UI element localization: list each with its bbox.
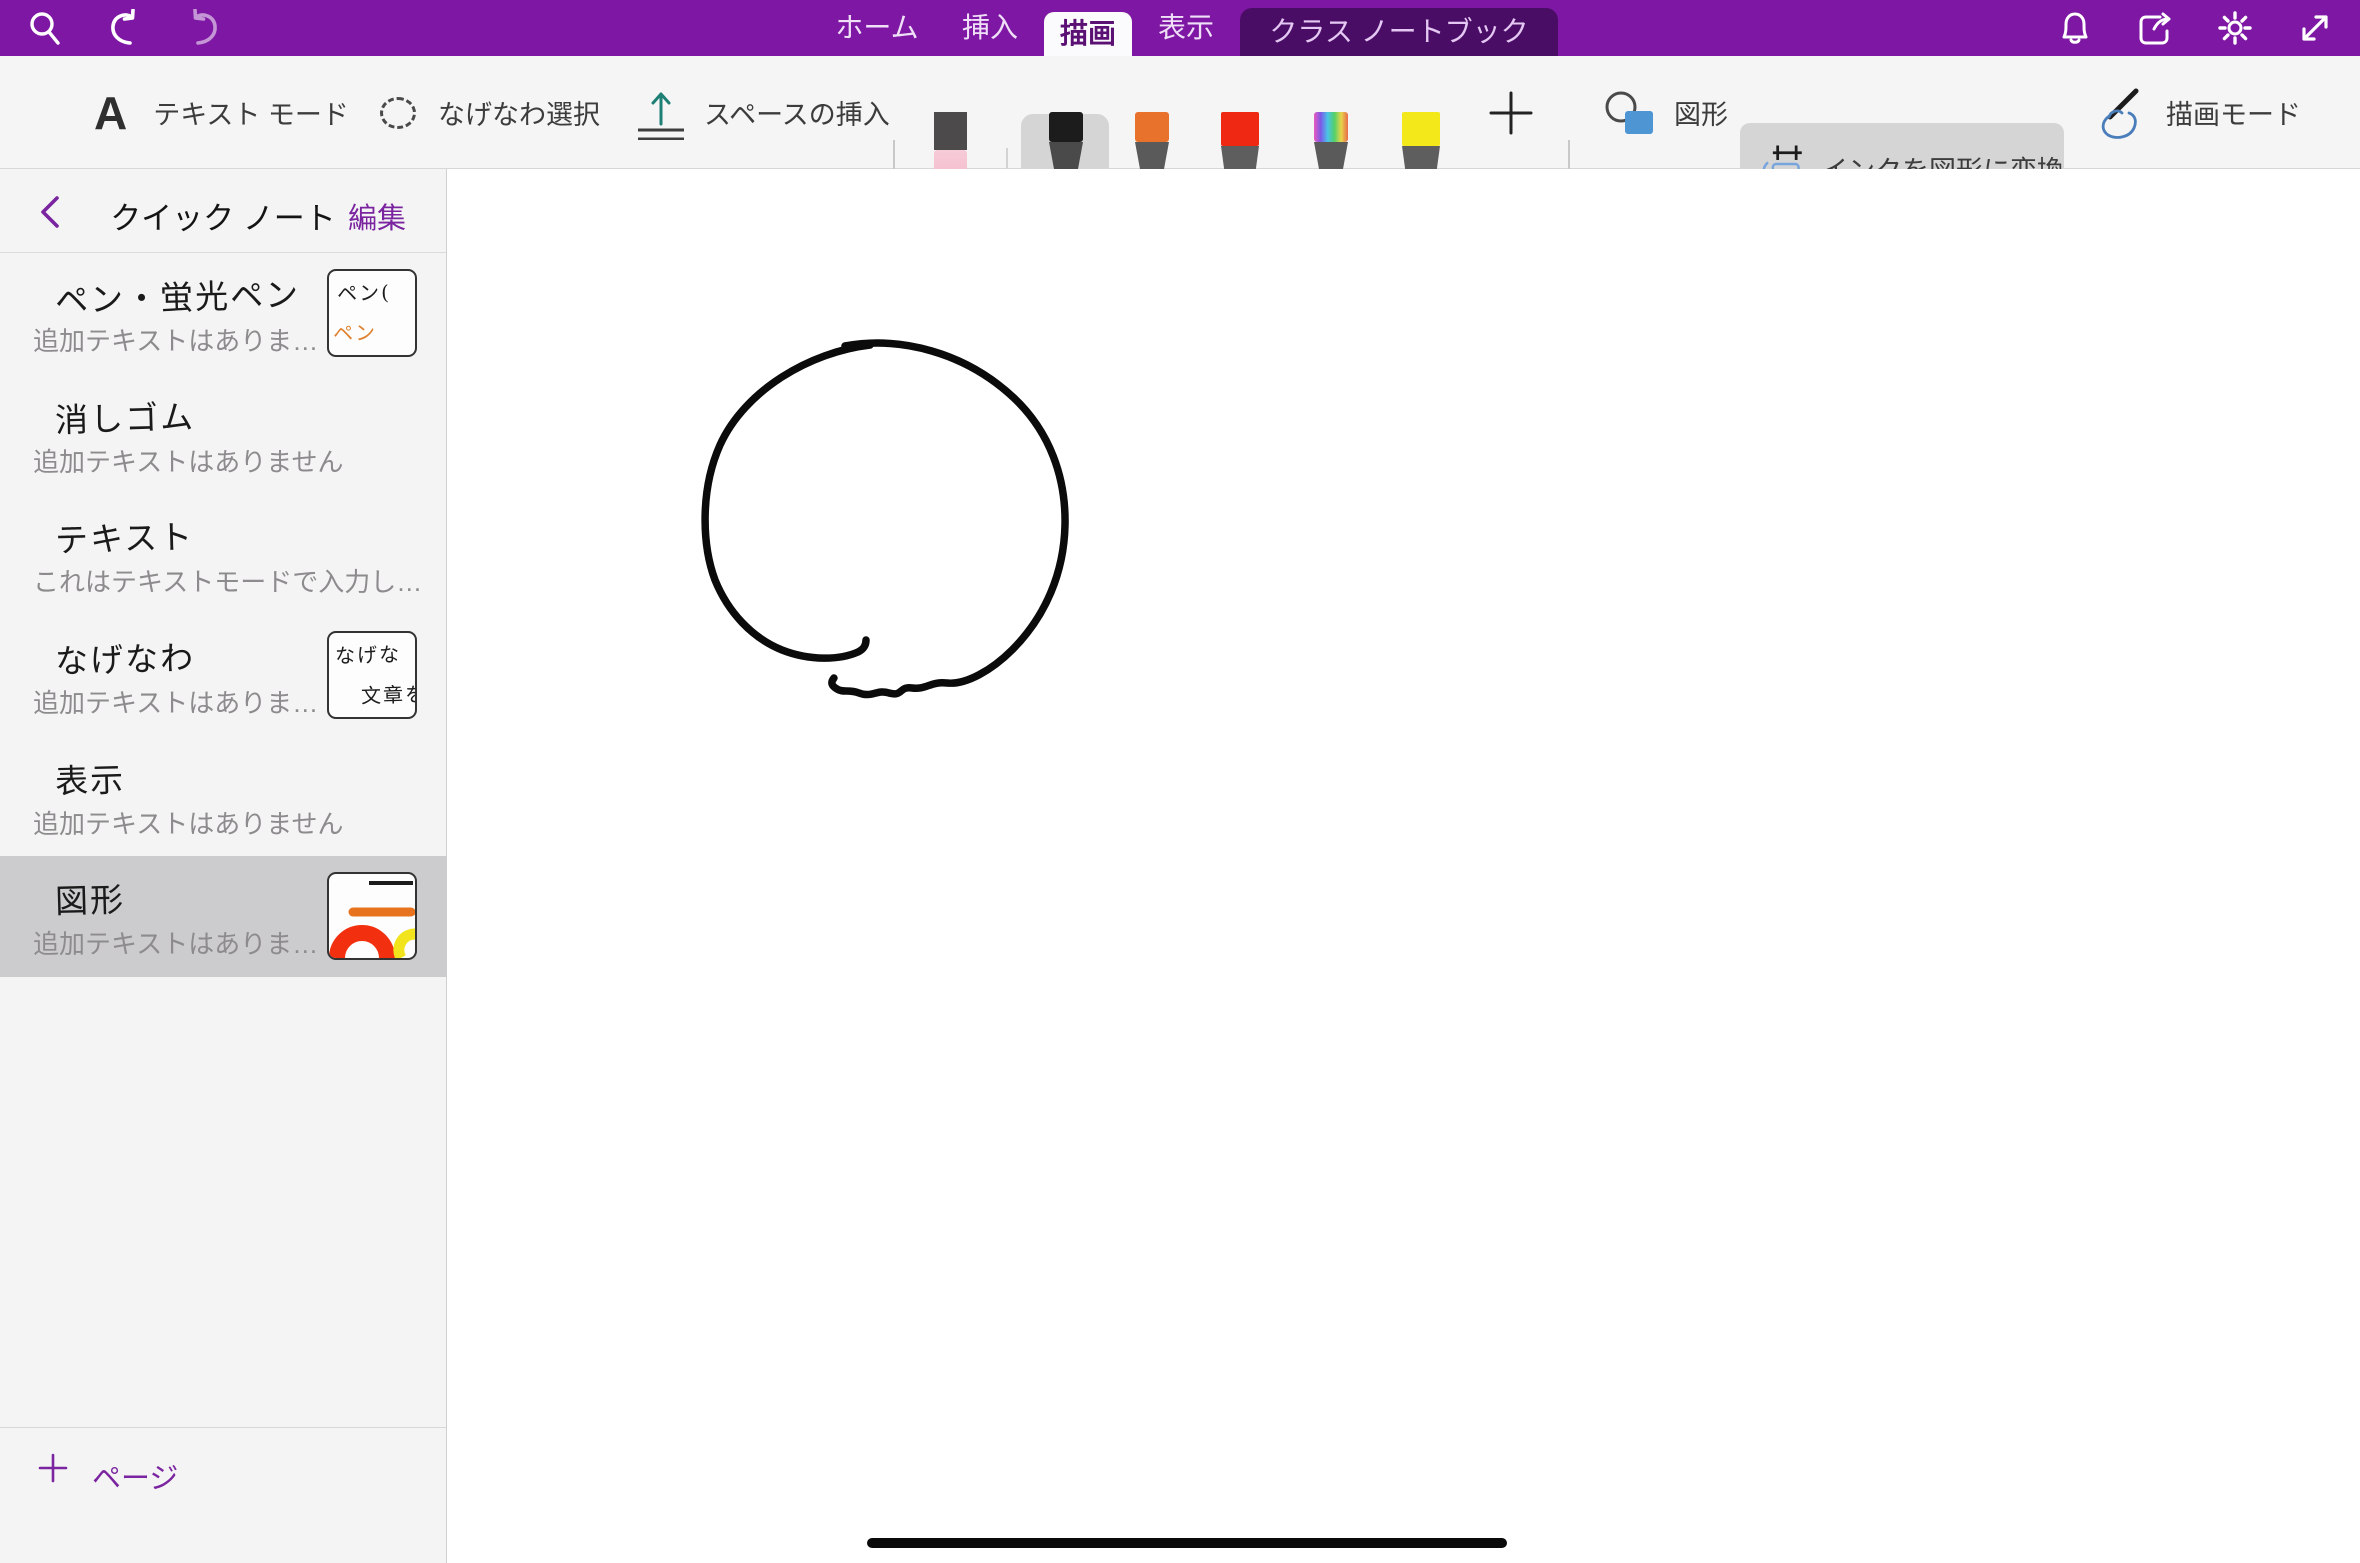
shapes-icon: [1602, 89, 1656, 137]
add-page-button[interactable]: ページ: [0, 1441, 446, 1505]
page-thumbnail: ペン( ペン: [327, 269, 417, 357]
page-title: 図形: [54, 873, 125, 923]
page-thumbnail: [327, 872, 417, 960]
thumbnail-ink-text: 文章を: [361, 678, 417, 709]
lasso-select-button[interactable]: なげなわ選択: [380, 56, 600, 169]
top-app-bar: ホーム 挿入 描画 表示 クラス ノートブック: [0, 0, 2360, 56]
page-subtitle: 追加テキストはありま…: [33, 683, 318, 720]
text-mode-icon: A: [94, 90, 127, 136]
page-title: ペン・蛍光ペン: [54, 268, 300, 322]
thumbnail-ink-text: なげな: [335, 638, 402, 669]
draw-mode-label: 描画モード: [2166, 93, 2301, 132]
page-list-item[interactable]: テキスト これはテキストモードで入力し…: [0, 494, 447, 615]
page-title: テキスト: [54, 510, 194, 562]
draw-mode-hand-pen-icon: [2092, 86, 2150, 140]
fullscreen-expand-icon[interactable]: [2296, 9, 2334, 47]
add-pen-button[interactable]: [1488, 56, 1534, 169]
sidebar-header: クイック ノート 編集: [0, 169, 446, 252]
page-list-item[interactable]: 消しゴム 追加テキストはありません: [0, 374, 447, 495]
shapes-label: 図形: [1674, 93, 1728, 132]
page-list-item[interactable]: ペン・蛍光ペン 追加テキストはありま… ペン( ペン: [0, 253, 447, 374]
settings-gear-icon[interactable]: [2216, 9, 2254, 47]
page-subtitle: 追加テキストはありません: [33, 804, 343, 841]
plus-icon: [1488, 90, 1534, 136]
insert-space-label: スペースの挿入: [704, 93, 890, 132]
draw-ribbon-toolbar: A テキスト モード なげなわ選択 スペースの挿入: [0, 56, 2360, 169]
thumbnail-ink-text: ペン(: [337, 276, 392, 306]
separator: [0, 1427, 446, 1428]
undo-icon[interactable]: [104, 9, 142, 47]
tab-draw-selected[interactable]: 描画: [1044, 12, 1132, 56]
page-list-item[interactable]: なげなわ 追加テキストはありま… なげな 文章を: [0, 615, 447, 736]
drawing-canvas[interactable]: [448, 169, 2360, 1563]
notifications-bell-icon[interactable]: [2056, 9, 2094, 47]
draw-mode-button[interactable]: 描画モード: [2092, 56, 2301, 169]
page-title: なげなわ: [54, 631, 195, 683]
search-icon[interactable]: [26, 9, 64, 47]
tab-view[interactable]: 表示: [1148, 0, 1224, 56]
lasso-icon: [380, 97, 416, 129]
tab-insert[interactable]: 挿入: [952, 0, 1028, 56]
page-subtitle: これはテキストモードで入力し…: [33, 562, 422, 599]
tab-home[interactable]: ホーム: [827, 0, 927, 56]
page-title: 表示: [54, 753, 125, 803]
shapes-button[interactable]: 図形: [1602, 56, 1728, 169]
page-list-item[interactable]: 表示 追加テキストはありません: [0, 736, 447, 857]
redo-icon[interactable]: [186, 9, 224, 47]
page-thumbnail: なげな 文章を: [327, 631, 417, 719]
plus-icon: [38, 1453, 68, 1483]
edit-button[interactable]: 編集: [348, 195, 406, 237]
lasso-label: なげなわ選択: [438, 93, 600, 132]
insert-space-button[interactable]: スペースの挿入: [636, 56, 890, 169]
page-title: 消しゴム: [54, 390, 195, 442]
insert-space-icon: [636, 86, 686, 140]
page-list-item-selected[interactable]: 図形 追加テキストはありま…: [0, 856, 447, 977]
page-list-sidebar: クイック ノート 編集 ペン・蛍光ペン 追加テキストはありま… ペン( ペン 消…: [0, 169, 447, 1563]
page-subtitle: 追加テキストはありま…: [33, 924, 318, 961]
thumbnail-shapes-drawing: [329, 874, 415, 958]
text-mode-button[interactable]: A テキスト モード: [94, 56, 349, 169]
share-icon[interactable]: [2136, 9, 2174, 47]
home-indicator-bar[interactable]: [867, 1538, 1507, 1548]
page-subtitle: 追加テキストはありま…: [33, 321, 318, 358]
add-page-label: ページ: [92, 1455, 178, 1497]
page-subtitle: 追加テキストはありません: [33, 442, 343, 479]
thumbnail-ink-text: ペン: [333, 316, 378, 346]
text-mode-label: テキスト モード: [153, 93, 349, 132]
onenote-app-window: ホーム 挿入 描画 表示 クラス ノートブック A テキスト モード: [0, 0, 2360, 1563]
tab-class-notebook[interactable]: クラス ノートブック: [1240, 8, 1558, 56]
